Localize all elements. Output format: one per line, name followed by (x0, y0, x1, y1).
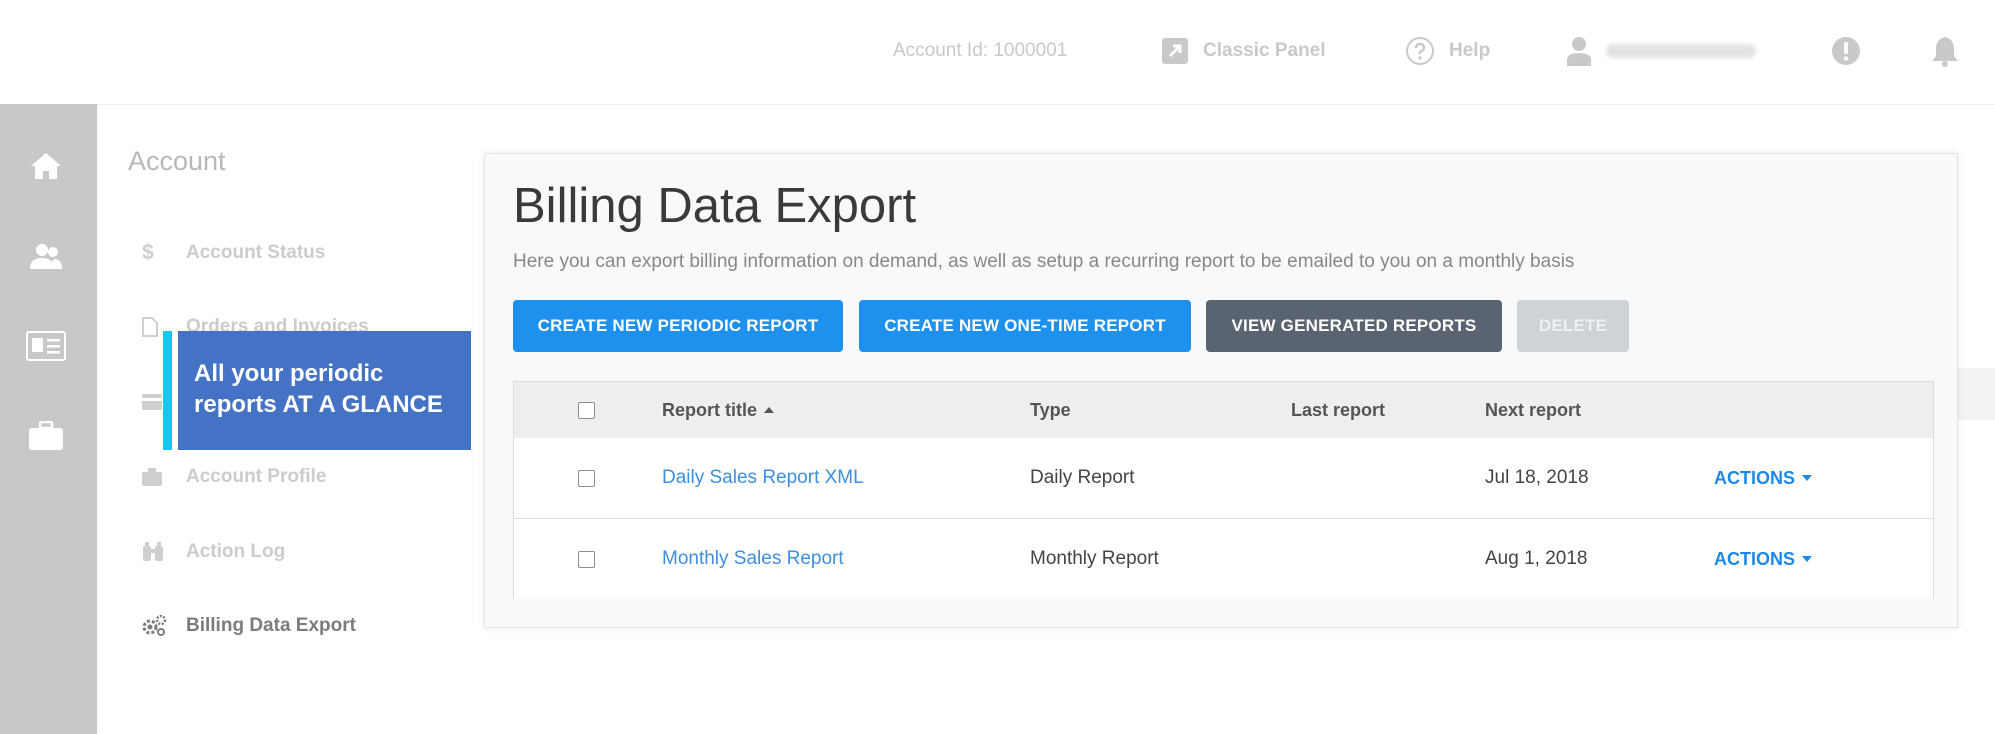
classic-panel-label: Classic Panel (1203, 40, 1326, 61)
report-title-link[interactable]: Monthly Sales Report (662, 519, 844, 599)
select-all-checkbox[interactable] (578, 401, 595, 419)
create-periodic-report-button[interactable]: CREATE NEW PERIODIC REPORT (513, 300, 843, 352)
top-bar: Account Id: 1000001 Classic Panel Help (0, 0, 1995, 105)
id-card-icon[interactable] (26, 326, 66, 366)
briefcase-icon[interactable] (26, 416, 66, 456)
exclamation-circle-icon (1831, 36, 1861, 66)
reports-table: Report title Type Last report Next repor… (513, 381, 1934, 599)
account-section-title: Account (128, 146, 226, 176)
nav-account-profile[interactable]: Account Profile (142, 463, 326, 491)
page-description: Here you can export billing information … (513, 251, 1575, 272)
background-panel-edge (1958, 368, 1995, 420)
notifications-button[interactable] (1930, 35, 1960, 67)
dollar-icon: $ (142, 241, 154, 264)
bell-icon (1930, 35, 1960, 67)
table-header: Report title Type Last report Next repor… (514, 382, 1933, 439)
actions-dropdown[interactable]: ACTIONS (1714, 519, 1812, 599)
column-header-report-title[interactable]: Report title (662, 382, 775, 438)
user-icon (1566, 36, 1592, 66)
external-link-icon (1161, 37, 1189, 65)
report-next: Jul 18, 2018 (1485, 467, 1589, 488)
callout-box: All your periodic reports AT A GLANCE (178, 331, 471, 450)
nav-action-log[interactable]: Action Log (142, 538, 285, 566)
callout-line-2: reports AT A GLANCE (194, 391, 443, 418)
chevron-down-icon (1802, 556, 1812, 562)
actions-dropdown[interactable]: ACTIONS (1714, 438, 1812, 518)
left-rail (0, 104, 97, 734)
report-type: Daily Report (1030, 467, 1135, 488)
column-header-next-report: Next report (1485, 399, 1582, 420)
account-id: Account Id: 1000001 (893, 40, 1068, 61)
home-icon[interactable] (26, 146, 66, 186)
sort-ascending-icon (764, 407, 775, 413)
table-row: Monthly Sales Report Monthly Report Aug … (514, 519, 1933, 599)
row-checkbox[interactable] (578, 550, 595, 568)
gears-icon (142, 615, 170, 637)
nav-label: Account Status (186, 242, 326, 263)
report-title-link[interactable]: Daily Sales Report XML (662, 438, 864, 518)
briefcase-icon (142, 468, 170, 486)
help-label: Help (1449, 40, 1491, 61)
report-next: Aug 1, 2018 (1485, 548, 1588, 569)
page-title: Billing Data Export (513, 179, 917, 233)
user-name-blurred (1606, 44, 1756, 58)
alert-button[interactable] (1831, 36, 1861, 66)
classic-panel-link[interactable]: Classic Panel (1161, 36, 1326, 66)
row-checkbox[interactable] (578, 469, 595, 487)
create-one-time-report-button[interactable]: CREATE NEW ONE-TIME REPORT (859, 300, 1191, 352)
nav-label: Billing Data Export (186, 615, 356, 636)
column-header-last-report: Last report (1291, 399, 1386, 420)
column-header-type: Type (1030, 399, 1071, 420)
callout-line-1: All your periodic (194, 360, 384, 387)
delete-button[interactable]: DELETE (1517, 300, 1629, 352)
billing-export-card: Billing Data Export Here you can export … (484, 153, 1958, 628)
view-generated-reports-button[interactable]: VIEW GENERATED REPORTS (1206, 300, 1502, 352)
binoculars-icon (142, 542, 170, 562)
help-link[interactable]: Help (1405, 36, 1490, 66)
callout-accent-bar (163, 331, 172, 450)
table-row: Daily Sales Report XML Daily Report Jul … (514, 438, 1933, 519)
nav-label: Account Profile (186, 466, 327, 487)
question-circle-icon (1405, 36, 1435, 66)
nav-label: Action Log (186, 541, 286, 562)
user-menu[interactable] (1566, 36, 1756, 66)
nav-account-status[interactable]: $ Account Status (142, 239, 325, 267)
users-icon[interactable] (26, 236, 66, 276)
chevron-down-icon (1802, 475, 1812, 481)
nav-billing-data-export[interactable]: Billing Data Export (142, 612, 356, 640)
report-type: Monthly Report (1030, 548, 1159, 569)
